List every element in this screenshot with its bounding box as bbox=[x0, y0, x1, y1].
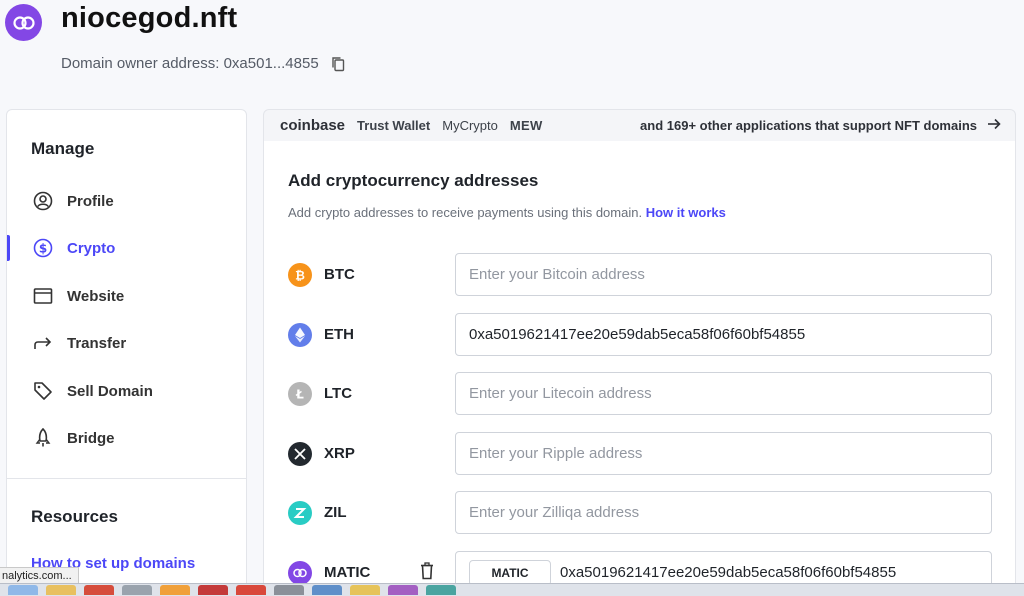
taskbar-app-icon[interactable] bbox=[198, 585, 228, 595]
app-mew-logo: MEW bbox=[509, 118, 543, 133]
card-subtitle-text: Add crypto addresses to receive payments… bbox=[288, 205, 643, 220]
coin-symbol: XRP bbox=[324, 445, 355, 462]
sidebar-item-website[interactable]: Website bbox=[7, 281, 246, 311]
sidebar-item-label: Sell Domain bbox=[67, 382, 153, 400]
crypto-addresses-card: Add cryptocurrency addresses Add crypto … bbox=[263, 141, 1016, 596]
coin-symbol: ZIL bbox=[324, 504, 347, 521]
supported-apps-link[interactable]: and 169+ other applications that support… bbox=[640, 118, 1001, 133]
ltc-address-input[interactable] bbox=[455, 372, 992, 415]
taskbar-app-icon[interactable] bbox=[426, 585, 456, 595]
copy-icon[interactable] bbox=[331, 56, 345, 72]
taskbar-app-icon[interactable] bbox=[8, 585, 38, 595]
taskbar-app-icon[interactable] bbox=[122, 585, 152, 595]
bitcoin-icon: ₿ bbox=[288, 263, 312, 287]
svg-text:₿: ₿ bbox=[295, 269, 305, 283]
rocket-icon bbox=[31, 426, 55, 450]
owner-address-text: Domain owner address: 0xa501...4855 bbox=[61, 55, 319, 72]
user-circle-icon bbox=[31, 189, 55, 213]
taskbar-app-icon[interactable] bbox=[236, 585, 266, 595]
sidebar-item-crypto[interactable]: $ Crypto bbox=[7, 233, 246, 263]
sidebar-item-label: Website bbox=[67, 287, 125, 305]
coin-symbol: MATIC bbox=[324, 564, 371, 581]
supported-apps-bar: coinbase Trust Wallet MyCrypto MEW and 1… bbox=[263, 109, 1016, 142]
manage-heading: Manage bbox=[31, 139, 95, 158]
svg-text:Ł: Ł bbox=[295, 388, 304, 402]
app-coinbase-logo: coinbase bbox=[280, 117, 346, 134]
domain-title: niocegod.nft bbox=[61, 2, 238, 34]
taskbar-app-icon[interactable] bbox=[350, 585, 380, 595]
coin-symbol: BTC bbox=[324, 266, 355, 283]
taskbar-app-icon[interactable] bbox=[46, 585, 76, 595]
taskbar-app-icon[interactable] bbox=[388, 585, 418, 595]
coin-row-zil: ZIL bbox=[288, 491, 993, 535]
eth-address-input[interactable] bbox=[455, 313, 992, 356]
taskbar-app-icon[interactable] bbox=[160, 585, 190, 595]
sidebar-item-profile[interactable]: Profile bbox=[7, 186, 246, 216]
arrow-transfer-icon bbox=[31, 331, 55, 355]
sidebar-item-sell-domain[interactable]: Sell Domain bbox=[7, 376, 246, 406]
sidebar-item-bridge[interactable]: Bridge bbox=[7, 423, 246, 453]
polygon-matic-icon bbox=[288, 561, 312, 585]
app-trust-wallet-logo: Trust Wallet bbox=[357, 118, 431, 133]
coin-symbol: ETH bbox=[324, 326, 354, 343]
coin-row-btc: ₿ BTC bbox=[288, 253, 993, 297]
sidebar-item-transfer[interactable]: Transfer bbox=[7, 328, 246, 358]
coin-row-ltc: Ł LTC bbox=[288, 372, 993, 416]
dollar-circle-icon: $ bbox=[31, 236, 55, 260]
polygon-logo-icon bbox=[5, 4, 42, 41]
arrow-right-icon bbox=[987, 118, 1001, 133]
sidebar-item-label: Crypto bbox=[67, 239, 116, 257]
ethereum-icon bbox=[288, 323, 312, 347]
litecoin-icon: Ł bbox=[288, 382, 312, 406]
zilliqa-icon bbox=[288, 501, 312, 525]
btc-address-input[interactable] bbox=[455, 253, 992, 296]
app-mycrypto-logo: MyCrypto bbox=[442, 118, 498, 133]
taskbar-app-icon[interactable] bbox=[84, 585, 114, 595]
os-taskbar bbox=[0, 583, 1024, 596]
sidebar-item-label: Bridge bbox=[67, 429, 115, 447]
coin-symbol: LTC bbox=[324, 385, 353, 402]
xrp-address-input[interactable] bbox=[455, 432, 992, 475]
tag-icon bbox=[31, 379, 55, 403]
browser-window-icon bbox=[31, 284, 55, 308]
sidebar-divider bbox=[7, 478, 246, 479]
svg-text:$: $ bbox=[39, 242, 47, 256]
card-subtitle: Add crypto addresses to receive payments… bbox=[288, 205, 726, 220]
zil-address-input[interactable] bbox=[455, 491, 992, 534]
card-title: Add cryptocurrency addresses bbox=[288, 171, 539, 190]
supported-apps-text: and 169+ other applications that support… bbox=[640, 118, 977, 133]
taskbar-app-icon[interactable] bbox=[312, 585, 342, 595]
taskbar-app-icon[interactable] bbox=[274, 585, 304, 595]
sidebar-item-label: Profile bbox=[67, 192, 114, 210]
sidebar-item-label: Transfer bbox=[67, 334, 127, 352]
trash-icon[interactable] bbox=[420, 562, 434, 585]
sidebar: Manage Profile $ Crypto Website Transfer… bbox=[6, 109, 247, 596]
coin-row-eth: ETH bbox=[288, 313, 993, 357]
coin-row-xrp: XRP bbox=[288, 432, 993, 476]
owner-address-row: Domain owner address: 0xa501...4855 bbox=[61, 55, 345, 72]
how-it-works-link[interactable]: How it works bbox=[646, 205, 726, 220]
ripple-icon bbox=[288, 442, 312, 466]
resources-heading: Resources bbox=[31, 507, 118, 526]
page-header: niocegod.nft Domain owner address: 0xa50… bbox=[0, 0, 1024, 100]
